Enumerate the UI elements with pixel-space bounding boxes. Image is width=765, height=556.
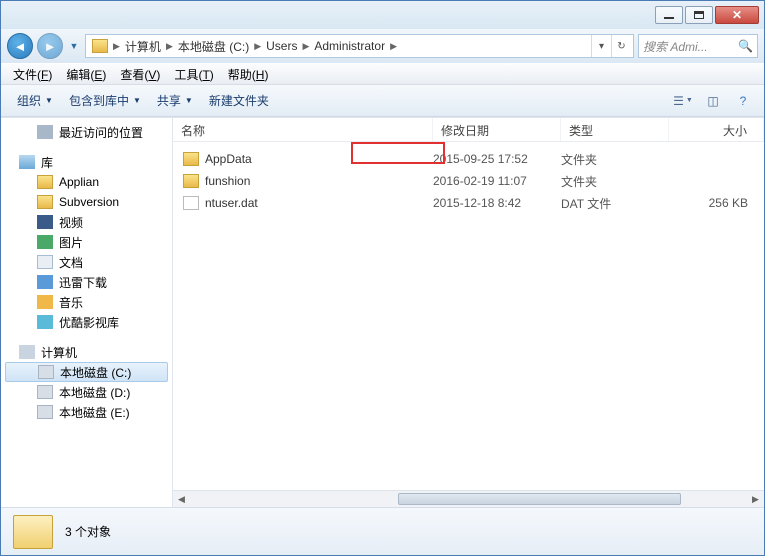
document-icon (37, 255, 53, 269)
file-row[interactable]: ntuser.dat 2015-12-18 8:42 DAT 文件 256 KB (173, 192, 764, 214)
refresh-button[interactable]: ↻ (611, 35, 631, 57)
share-button[interactable]: 共享▼ (149, 88, 201, 113)
column-name[interactable]: 名称 (173, 118, 433, 141)
crumb-administrator[interactable]: Administrator (310, 39, 389, 53)
file-type: DAT 文件 (561, 195, 669, 212)
view-options-button[interactable]: ☰▼ (670, 90, 696, 112)
picture-icon (37, 235, 53, 249)
status-count: 3 个对象 (65, 523, 111, 540)
explorer-window: ✕ ◄ ► ▼ ▶ 计算机 ▶ 本地磁盘 (C:) ▶ Users ▶ Admi… (0, 0, 765, 556)
search-input[interactable]: 搜索 Admi... 🔍 (638, 34, 758, 58)
breadcrumb[interactable]: ▶ 计算机 ▶ 本地磁盘 (C:) ▶ Users ▶ Administrato… (85, 34, 634, 58)
sidebar-item-subversion[interactable]: Subversion (1, 192, 172, 212)
folder-icon (92, 39, 108, 53)
nav-back-button[interactable]: ◄ (7, 33, 33, 59)
chevron-right-icon: ▶ (301, 41, 310, 52)
close-button[interactable]: ✕ (715, 6, 759, 24)
horizontal-scrollbar[interactable]: ◀ ▶ (173, 490, 764, 507)
chevron-right-icon: ▶ (165, 41, 174, 52)
drive-icon (37, 405, 53, 419)
library-icon (19, 155, 35, 169)
sidebar-item-drive-d[interactable]: 本地磁盘 (D:) (1, 382, 172, 402)
chevron-right-icon: ▶ (389, 41, 398, 52)
sidebar-item-youku[interactable]: 优酷影视库 (1, 312, 172, 332)
toolbar: 组织▼ 包含到库中▼ 共享▼ 新建文件夹 ☰▼ ◫ ? (1, 85, 764, 117)
preview-pane-button[interactable]: ◫ (700, 90, 726, 112)
file-list: AppData 2015-09-25 17:52 文件夹 funshion 20… (173, 142, 764, 490)
youku-icon (37, 315, 53, 329)
chevron-right-icon: ▶ (253, 41, 262, 52)
crumb-users[interactable]: Users (262, 39, 301, 53)
sidebar-item-libraries[interactable]: 库 (1, 152, 172, 172)
nav-history-dropdown[interactable]: ▼ (67, 36, 81, 56)
file-name: funshion (205, 174, 250, 188)
sidebar-item-pictures[interactable]: 图片 (1, 232, 172, 252)
file-type: 文件夹 (561, 151, 669, 168)
file-name: ntuser.dat (205, 196, 258, 210)
menu-help[interactable]: 帮助(H) (222, 64, 275, 85)
menu-file[interactable]: 文件(F) (7, 64, 58, 85)
file-date: 2016-02-19 11:07 (433, 174, 561, 188)
sidebar-item-documents[interactable]: 文档 (1, 252, 172, 272)
content-body: 最近访问的位置 库 Applian Subversion 视频 图片 文档 迅雷… (1, 117, 764, 507)
computer-icon (19, 345, 35, 359)
folder-icon (183, 174, 199, 188)
search-placeholder: 搜索 Admi... (643, 38, 708, 55)
file-size: 256 KB (669, 196, 764, 210)
file-date: 2015-12-18 8:42 (433, 196, 561, 210)
nav-forward-button[interactable]: ► (37, 33, 63, 59)
music-icon (37, 295, 53, 309)
organize-button[interactable]: 组织▼ (9, 88, 61, 113)
help-button[interactable]: ? (730, 90, 756, 112)
search-icon: 🔍 (738, 39, 753, 53)
address-bar: ◄ ► ▼ ▶ 计算机 ▶ 本地磁盘 (C:) ▶ Users ▶ Admini… (1, 29, 764, 63)
column-date[interactable]: 修改日期 (433, 118, 561, 141)
file-name: AppData (205, 152, 252, 166)
column-size[interactable]: 大小 (669, 118, 764, 141)
chevron-right-icon: ▶ (112, 41, 121, 52)
titlebar: ✕ (1, 1, 764, 29)
column-type[interactable]: 类型 (561, 118, 669, 141)
file-row[interactable]: funshion 2016-02-19 11:07 文件夹 (173, 170, 764, 192)
recent-icon (37, 125, 53, 139)
scroll-thumb[interactable] (398, 493, 682, 505)
status-bar: 3 个对象 (1, 507, 764, 555)
folder-icon (183, 152, 199, 166)
file-list-pane: 名称 修改日期 类型 大小 AppData 2015-09-25 17:52 文… (173, 118, 764, 507)
sidebar-item-thunder[interactable]: 迅雷下载 (1, 272, 172, 292)
scroll-right-button[interactable]: ▶ (747, 491, 764, 507)
file-type: 文件夹 (561, 173, 669, 190)
navigation-pane: 最近访问的位置 库 Applian Subversion 视频 图片 文档 迅雷… (1, 118, 173, 507)
video-icon (37, 215, 53, 229)
address-dropdown-button[interactable]: ▾ (591, 35, 611, 57)
menu-edit[interactable]: 编辑(E) (60, 64, 112, 85)
sidebar-item-drive-c[interactable]: 本地磁盘 (C:) (5, 362, 168, 382)
menu-bar: 文件(F) 编辑(E) 查看(V) 工具(T) 帮助(H) (1, 63, 764, 85)
minimize-button[interactable] (655, 6, 683, 24)
sidebar-item-applian[interactable]: Applian (1, 172, 172, 192)
sidebar-item-video[interactable]: 视频 (1, 212, 172, 232)
drive-icon (38, 365, 54, 379)
sidebar-item-computer[interactable]: 计算机 (1, 342, 172, 362)
new-folder-button[interactable]: 新建文件夹 (201, 88, 277, 113)
folder-icon (13, 515, 53, 549)
maximize-button[interactable] (685, 6, 713, 24)
sidebar-item-music[interactable]: 音乐 (1, 292, 172, 312)
scroll-left-button[interactable]: ◀ (173, 491, 190, 507)
drive-icon (37, 385, 53, 399)
crumb-drive-c[interactable]: 本地磁盘 (C:) (174, 38, 253, 55)
thunder-icon (37, 275, 53, 289)
include-in-library-button[interactable]: 包含到库中▼ (61, 88, 149, 113)
file-icon (183, 196, 199, 210)
file-date: 2015-09-25 17:52 (433, 152, 561, 166)
menu-view[interactable]: 查看(V) (114, 64, 166, 85)
sidebar-item-recent[interactable]: 最近访问的位置 (1, 122, 172, 142)
folder-icon (37, 195, 53, 209)
file-row[interactable]: AppData 2015-09-25 17:52 文件夹 (173, 148, 764, 170)
folder-icon (37, 175, 53, 189)
menu-tools[interactable]: 工具(T) (168, 64, 219, 85)
crumb-computer[interactable]: 计算机 (121, 38, 165, 55)
column-headers: 名称 修改日期 类型 大小 (173, 118, 764, 142)
sidebar-item-drive-e[interactable]: 本地磁盘 (E:) (1, 402, 172, 422)
